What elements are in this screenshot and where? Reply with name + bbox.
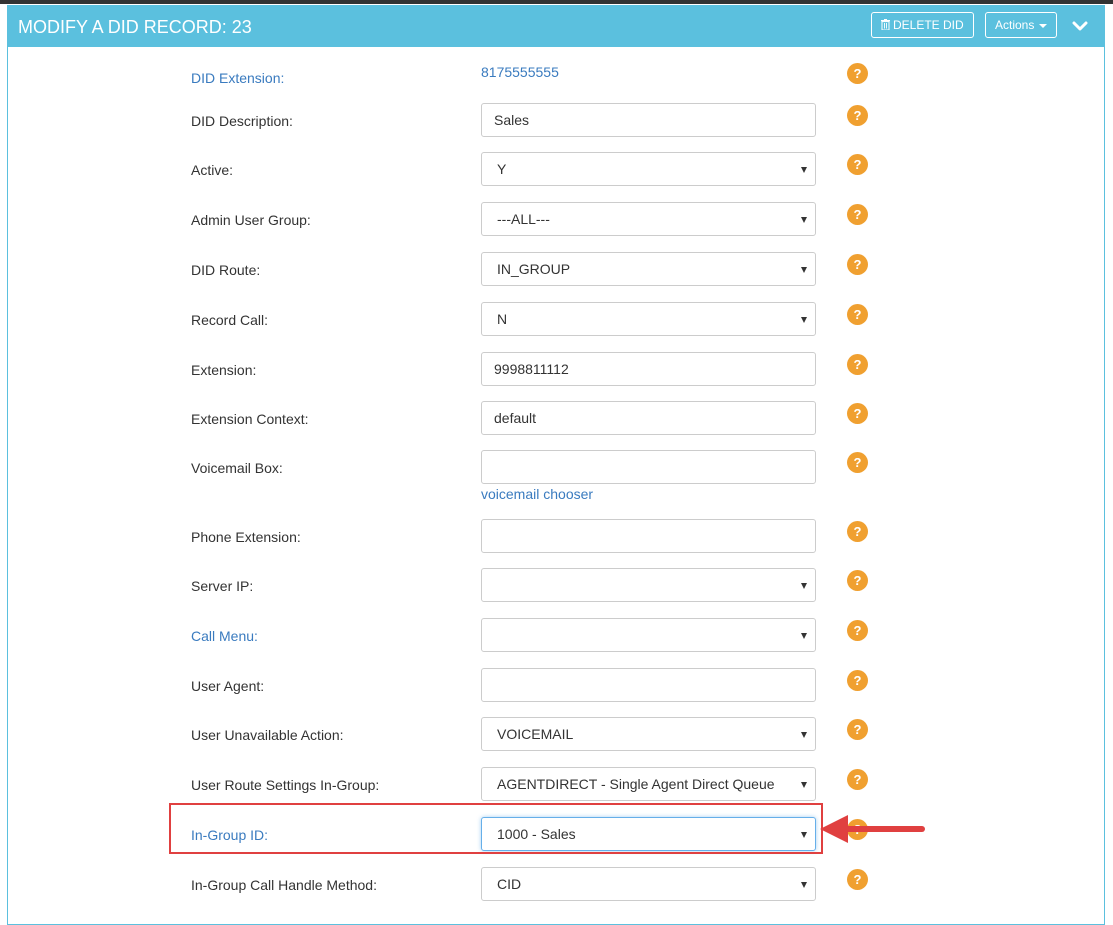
did-record-panel: MODIFY A DID RECORD: 23 DELETE DID Actio…: [7, 5, 1105, 925]
actions-dropdown-button[interactable]: Actions: [985, 12, 1058, 38]
user-route-settings-value: AGENTDIRECT - Single Agent Direct Queue: [497, 776, 775, 792]
active-select[interactable]: Y: [481, 152, 816, 186]
delete-did-label: DELETE DID: [893, 18, 964, 32]
user-unavailable-action-label: User Unavailable Action:: [191, 727, 344, 743]
select-arrow-icon: [801, 782, 807, 788]
help-record-call-icon[interactable]: ?: [847, 304, 868, 325]
help-did-description-icon[interactable]: ?: [847, 105, 868, 126]
help-user-agent-icon[interactable]: ?: [847, 670, 868, 691]
help-extension-icon[interactable]: ?: [847, 354, 868, 375]
ingroup-call-handle-label: In-Group Call Handle Method:: [191, 877, 377, 893]
select-arrow-icon: [801, 583, 807, 589]
admin-user-group-value: ---ALL---: [497, 211, 550, 227]
help-ingroup-call-handle-icon[interactable]: ?: [847, 869, 868, 890]
user-unavailable-action-select[interactable]: VOICEMAIL: [481, 717, 816, 751]
help-user-unavailable-action-icon[interactable]: ?: [847, 719, 868, 740]
active-select-value: Y: [497, 161, 507, 177]
extension-label: Extension:: [191, 362, 257, 378]
phone-extension-label: Phone Extension:: [191, 529, 301, 545]
help-user-route-settings-icon[interactable]: ?: [847, 769, 868, 790]
help-did-extension-icon[interactable]: ?: [847, 63, 868, 84]
select-arrow-icon: [801, 882, 807, 888]
help-phone-extension-icon[interactable]: ?: [847, 521, 868, 542]
ingroup-call-handle-select[interactable]: CID: [481, 867, 816, 901]
admin-user-group-select[interactable]: ---ALL---: [481, 202, 816, 236]
call-menu-label[interactable]: Call Menu:: [191, 627, 258, 645]
user-route-settings-select[interactable]: AGENTDIRECT - Single Agent Direct Queue: [481, 767, 816, 801]
help-extension-context-icon[interactable]: ?: [847, 403, 868, 424]
user-agent-input[interactable]: [481, 668, 816, 702]
extension-context-label: Extension Context:: [191, 411, 309, 427]
help-did-route-icon[interactable]: ?: [847, 254, 868, 275]
did-extension-label[interactable]: DID Extension:: [191, 69, 284, 87]
help-active-icon[interactable]: ?: [847, 154, 868, 175]
user-route-settings-label: User Route Settings In-Group:: [191, 777, 380, 793]
voicemail-box-label: Voicemail Box:: [191, 460, 283, 476]
top-border: [0, 0, 1113, 4]
did-description-input[interactable]: Sales: [481, 103, 816, 137]
record-call-label: Record Call:: [191, 312, 269, 328]
page-title: MODIFY A DID RECORD: 23: [18, 17, 252, 37]
server-ip-select[interactable]: [481, 568, 816, 602]
record-call-select[interactable]: N: [481, 302, 816, 336]
extension-context-input[interactable]: default: [481, 401, 816, 435]
voicemail-chooser-link[interactable]: voicemail chooser: [481, 486, 593, 502]
did-extension-value: 8175555555: [481, 64, 559, 80]
select-arrow-icon: [801, 167, 807, 173]
record-call-value: N: [497, 311, 508, 327]
panel-header: MODIFY A DID RECORD: 23 DELETE DID Actio…: [8, 6, 1104, 47]
voicemail-box-input[interactable]: [481, 450, 816, 484]
active-label: Active:: [191, 162, 234, 178]
help-admin-user-group-icon[interactable]: ?: [847, 204, 868, 225]
select-arrow-icon: [801, 633, 807, 639]
select-arrow-icon: [801, 317, 807, 323]
red-arrow-icon: [820, 815, 925, 843]
select-arrow-icon: [801, 267, 807, 273]
did-description-label: DID Description:: [191, 113, 293, 129]
actions-label: Actions: [995, 18, 1035, 32]
user-agent-label: User Agent:: [191, 678, 265, 694]
select-arrow-icon: [801, 732, 807, 738]
user-unavailable-action-value: VOICEMAIL: [497, 726, 574, 742]
phone-extension-input[interactable]: [481, 519, 816, 553]
did-route-value: IN_GROUP: [497, 261, 571, 277]
highlight-box: [169, 803, 823, 854]
extension-input[interactable]: 9998811112: [481, 352, 816, 386]
did-route-label: DID Route:: [191, 262, 261, 278]
admin-user-group-label: Admin User Group:: [191, 212, 311, 228]
select-arrow-icon: [801, 217, 807, 223]
help-server-ip-icon[interactable]: ?: [847, 570, 868, 591]
did-route-select[interactable]: IN_GROUP: [481, 252, 816, 286]
trash-icon: [881, 19, 890, 30]
ingroup-call-handle-value: CID: [497, 876, 522, 892]
help-voicemail-box-icon[interactable]: ?: [847, 452, 868, 473]
call-menu-select[interactable]: [481, 618, 816, 652]
delete-did-button[interactable]: DELETE DID: [871, 12, 974, 38]
server-ip-label: Server IP:: [191, 578, 254, 594]
chevron-down-icon[interactable]: [1072, 20, 1088, 32]
help-call-menu-icon[interactable]: ?: [847, 620, 868, 641]
caret-down-icon: [1039, 23, 1048, 28]
